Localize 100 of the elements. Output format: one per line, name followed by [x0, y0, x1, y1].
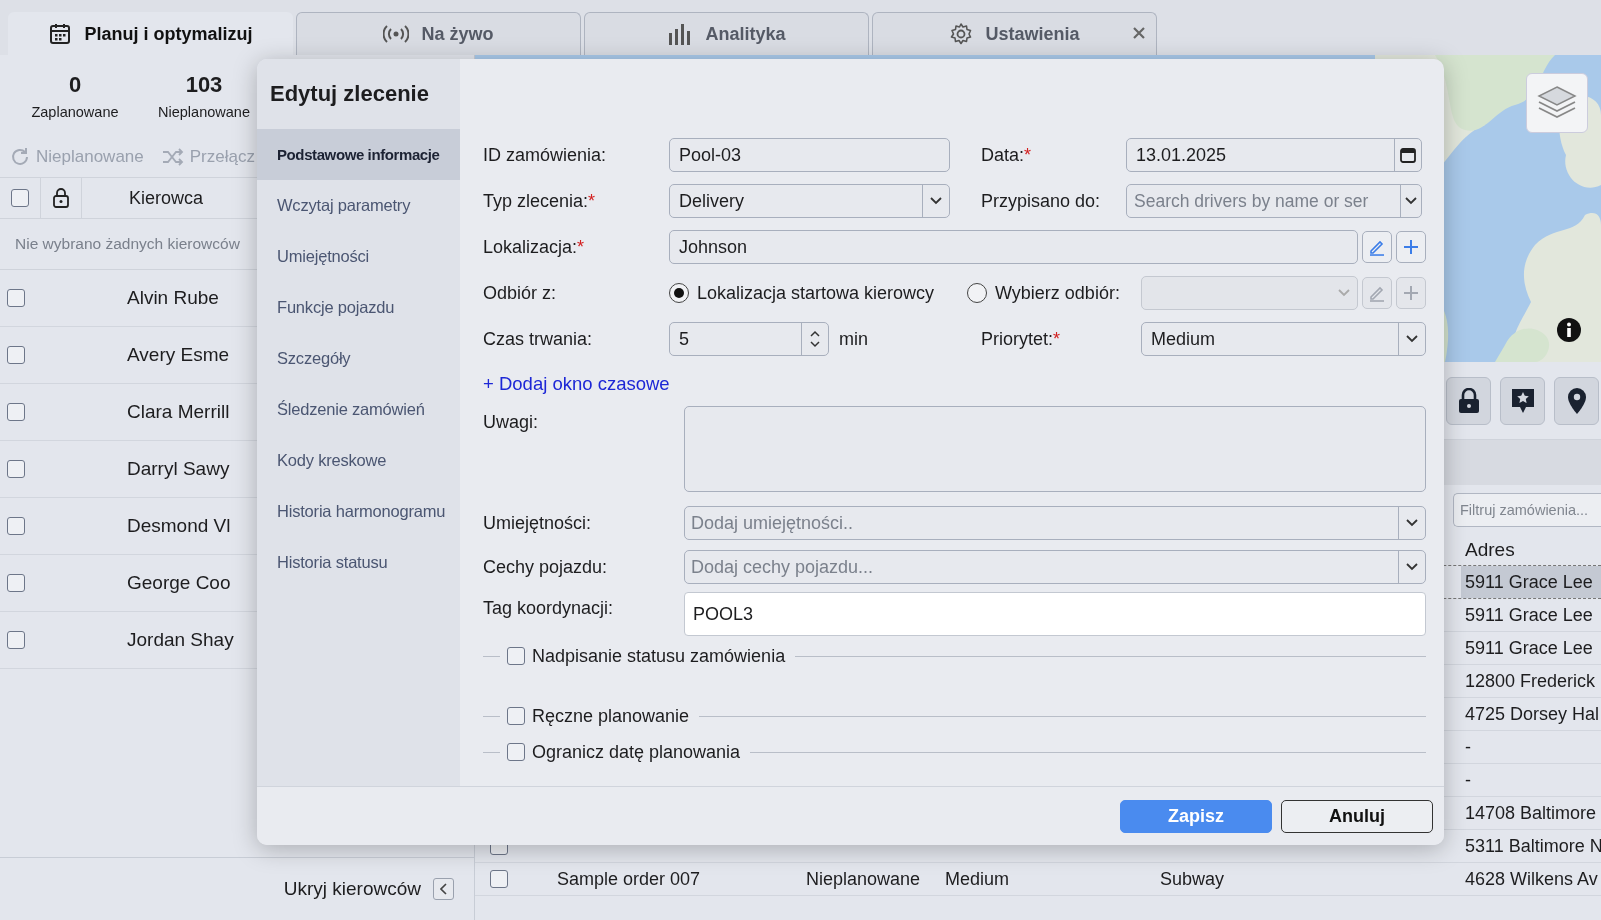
gear-icon [949, 22, 974, 46]
field-label: Uwagi: [483, 411, 540, 434]
driver-name: Alvin Rube [127, 287, 219, 309]
checkbox[interactable] [507, 707, 525, 725]
field-label: Tag koordynacji: [483, 597, 615, 620]
row-checkbox[interactable] [7, 289, 25, 307]
checkbox-label: Ręczne planowanie [532, 705, 690, 727]
field-label: Data:* [981, 144, 1033, 166]
priority-select[interactable]: Medium [1141, 322, 1426, 356]
lock-button[interactable] [1446, 376, 1491, 425]
stat-label: Nieplanowane [158, 104, 250, 120]
hide-drivers-label: Ukryj kierowców [283, 878, 421, 900]
nav-item[interactable]: Umiejętności [257, 231, 460, 282]
lock-icon [1457, 387, 1480, 414]
nav-item[interactable]: Historia harmonogramu [257, 486, 460, 537]
table-cell[interactable]: 5311 Baltimore N [1461, 830, 1601, 862]
calendar-icon [1399, 146, 1417, 164]
field-label: Typ zlecenia:* [483, 190, 597, 212]
table-cell[interactable]: 5911 Grace Lee [1461, 566, 1601, 598]
lock-icon [52, 188, 70, 208]
row-checkbox[interactable] [7, 574, 25, 592]
refresh-icon [10, 147, 30, 167]
edit-button[interactable] [1362, 231, 1392, 263]
tab[interactable]: Ustawienia [872, 12, 1157, 55]
nav-item[interactable]: Podstawowe informacje [257, 129, 460, 180]
collapse-button[interactable] [433, 878, 454, 900]
stat-value: 0 [68, 72, 82, 98]
caret-icon [1406, 563, 1418, 571]
row-checkbox[interactable] [490, 870, 508, 888]
nav-item[interactable]: Szczegóły [257, 333, 460, 384]
field-label: Czas trwania: [483, 328, 594, 350]
coordination-tag-field[interactable]: POOL3 [684, 592, 1426, 636]
table-cell[interactable]: 12800 Frederick [1461, 665, 1601, 697]
star-marker-button[interactable] [1500, 376, 1545, 425]
date-field[interactable]: 13.01.2025 [1126, 138, 1422, 172]
field-label: Odbiór z: [483, 282, 558, 304]
field-label: ID zamówienia: [483, 144, 608, 166]
column-header: Adres [1465, 539, 1516, 561]
nav-item[interactable]: Śledzenie zamówień [257, 384, 460, 435]
location-field[interactable]: Johnson [669, 230, 1358, 264]
row-checkbox[interactable] [7, 403, 25, 421]
unit-label: min [839, 328, 868, 350]
field-label: Lokalizacja:* [483, 236, 586, 258]
row-checkbox[interactable] [7, 631, 25, 649]
table-cell[interactable]: 5911 Grace Lee [1461, 632, 1601, 664]
caret-icon [930, 197, 942, 205]
order-id-field[interactable]: Pool-03 [669, 138, 950, 172]
map-pin-icon [1566, 386, 1587, 415]
select-all-checkbox[interactable] [11, 189, 29, 207]
caret-icon [1338, 289, 1350, 297]
radio-option[interactable]: Lokalizacja startowa kierowcy [669, 282, 967, 304]
radio-option[interactable]: Wybierz odbiór: [967, 282, 1141, 304]
table-cell[interactable]: - [1461, 764, 1601, 796]
table-cell[interactable]: - [1461, 731, 1601, 763]
plus-icon [1403, 285, 1419, 301]
table-cell: Nieplanowane [806, 868, 921, 889]
duration-field[interactable]: 5 [669, 322, 829, 356]
driver-name: Darryl Sawy [127, 458, 230, 480]
checkbox[interactable] [507, 743, 525, 761]
spinner-icon [810, 329, 820, 349]
table-cell[interactable]: 4725 Dorsey Hal [1461, 698, 1601, 730]
add-time-window-link[interactable]: + Dodaj okno czasowe [483, 373, 670, 395]
calendar-icon [48, 22, 73, 46]
nav-item[interactable]: Funkcje pojazdu [257, 282, 460, 333]
notes-field[interactable] [684, 406, 1426, 492]
table-cell[interactable]: 4628 Wilkens Av [1461, 863, 1601, 895]
driver-name: George Coo [127, 572, 231, 594]
driver-name: Desmond Vl [127, 515, 231, 537]
plus-icon [1403, 239, 1419, 255]
tab[interactable]: Na żywo [296, 12, 581, 55]
tab[interactable]: Analityka [584, 12, 869, 55]
driver-name: Jordan Shay [127, 629, 234, 651]
empty-message: Nie wybrano żadnych kierowców [15, 235, 240, 253]
nav-item[interactable]: Kody kreskowe [257, 435, 460, 486]
row-checkbox[interactable] [7, 460, 25, 478]
pencil-icon [1368, 284, 1386, 302]
row-checkbox[interactable] [7, 346, 25, 364]
map-pin-button[interactable] [1554, 376, 1599, 425]
order-type-select[interactable]: Delivery [669, 184, 950, 218]
table-cell: Subway [1160, 868, 1225, 889]
checkbox-label: Nadpisanie statusu zamówienia [532, 645, 786, 667]
field-label: Priorytet:* [981, 328, 1062, 350]
star-marker-icon [1510, 387, 1535, 414]
table-cell: Sample order 007 [557, 868, 701, 889]
layers-button[interactable] [1526, 73, 1588, 133]
caret-icon [1406, 519, 1418, 527]
nav-item[interactable]: Wczytaj parametry [257, 180, 460, 231]
nav-item[interactable]: Historia statusu [257, 537, 460, 588]
row-checkbox[interactable] [7, 517, 25, 535]
table-cell[interactable]: 5911 Grace Lee [1461, 599, 1601, 631]
broadcast-icon [383, 24, 410, 44]
field-label: Umiejętności: [483, 512, 593, 534]
table-cell: Medium [945, 868, 1010, 889]
checkbox[interactable] [507, 647, 525, 665]
caret-icon [1405, 197, 1417, 205]
chevron-left-icon [439, 883, 448, 895]
table-cell[interactable]: 14708 Baltimore [1461, 797, 1601, 829]
tab[interactable]: Planuj i optymalizuj [8, 12, 293, 55]
cancel-button[interactable]: Anuluj [1281, 799, 1433, 833]
add-button[interactable] [1396, 231, 1426, 263]
